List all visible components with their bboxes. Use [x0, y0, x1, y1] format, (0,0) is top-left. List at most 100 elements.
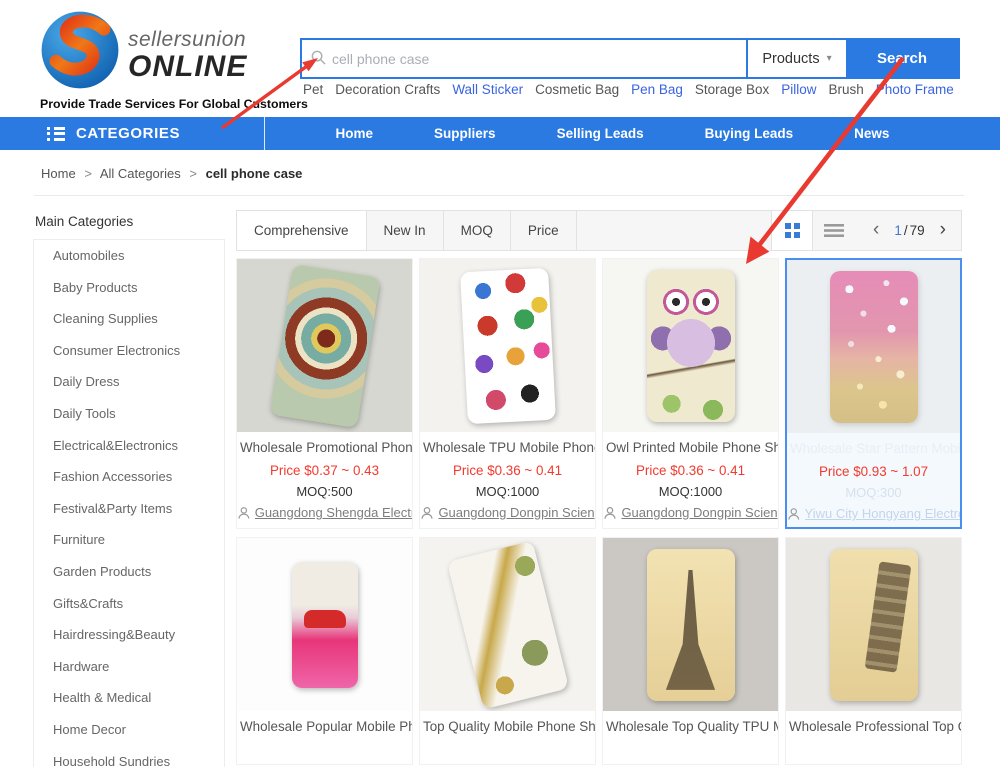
- search-button[interactable]: Search: [846, 40, 958, 77]
- product-card[interactable]: Wholesale Top Quality TPU M: [602, 537, 779, 765]
- page-separator: /: [904, 223, 908, 238]
- pagination: ‹ 1/79 ›: [855, 211, 961, 250]
- product-price: Price $0.93 ~ 1.07: [787, 464, 960, 479]
- prev-page-icon[interactable]: ‹: [873, 220, 879, 242]
- sidebar-category-item[interactable]: Hardware: [34, 651, 224, 683]
- product-title[interactable]: Wholesale TPU Mobile Phone: [420, 440, 595, 455]
- quick-link[interactable]: Decoration Crafts: [335, 82, 440, 97]
- product-image[interactable]: [786, 538, 961, 711]
- sort-tab[interactable]: MOQ: [444, 211, 511, 250]
- product-title[interactable]: Wholesale Star Pattern Mobil: [787, 441, 960, 456]
- sort-toolbar: ComprehensiveNew InMOQPrice: [236, 210, 962, 251]
- breadcrumb-all-categories[interactable]: All Categories: [100, 166, 181, 181]
- supplier-name: Yiwu City Hongyang Electro: [805, 506, 960, 521]
- product-supplier-link[interactable]: Guangdong Shengda Electr: [237, 505, 412, 520]
- search-category-dropdown[interactable]: Products ▾: [748, 40, 846, 77]
- quick-link[interactable]: Pen Bag: [631, 82, 683, 97]
- product-card[interactable]: Wholesale Promotional Phone Price $0.37 …: [236, 258, 413, 529]
- sidebar-category-item[interactable]: Daily Dress: [34, 366, 224, 398]
- toolbar-spacer: [577, 211, 771, 250]
- phone-case-graphic: [647, 270, 735, 422]
- sort-tab[interactable]: Price: [511, 211, 577, 250]
- sidebar-category-item[interactable]: Electrical&Electronics: [34, 430, 224, 462]
- product-price: Price $0.36 ~ 0.41: [420, 463, 595, 478]
- product-title[interactable]: Wholesale Professional Top Q: [786, 719, 961, 734]
- quick-link[interactable]: Pet: [303, 82, 323, 97]
- nav-item[interactable]: Home: [336, 126, 374, 141]
- product-image[interactable]: [787, 260, 960, 433]
- sidebar-category-item[interactable]: Festival&Party Items: [34, 493, 224, 525]
- product-card[interactable]: Wholesale Popular Mobile Ph: [236, 537, 413, 765]
- breadcrumb-home[interactable]: Home: [41, 166, 76, 181]
- sidebar-category-item[interactable]: Consumer Electronics: [34, 335, 224, 367]
- product-moq: MOQ:1000: [603, 484, 778, 499]
- sidebar-category-item[interactable]: Household Sundries: [34, 746, 224, 767]
- breadcrumb-wrap: Home > All Categories > cell phone case: [0, 150, 1000, 196]
- product-card[interactable]: Wholesale Professional Top Q: [785, 537, 962, 765]
- chevron-down-icon: ▾: [827, 53, 832, 64]
- product-title[interactable]: Wholesale Promotional Phone: [237, 440, 412, 455]
- product-supplier-link[interactable]: Yiwu City Hongyang Electro: [787, 506, 960, 521]
- categories-menu-button[interactable]: CATEGORIES: [0, 117, 265, 150]
- nav-item[interactable]: News: [854, 126, 889, 141]
- product-price: Price $0.37 ~ 0.43: [237, 463, 412, 478]
- list-view-button[interactable]: [813, 211, 855, 250]
- quick-link[interactable]: Wall Sticker: [452, 82, 523, 97]
- product-card[interactable]: Owl Printed Mobile Phone Sh Price $0.36 …: [602, 258, 779, 529]
- sort-tab[interactable]: Comprehensive: [237, 211, 367, 250]
- breadcrumb-separator: >: [84, 166, 92, 181]
- product-title[interactable]: Owl Printed Mobile Phone Sh: [603, 440, 778, 455]
- quick-link[interactable]: Storage Box: [695, 82, 769, 97]
- grid-view-button[interactable]: [771, 211, 813, 250]
- search-input[interactable]: [302, 40, 746, 77]
- phone-case-graphic: [269, 264, 380, 428]
- product-image[interactable]: [420, 538, 595, 711]
- product-supplier-link[interactable]: Guangdong Dongpin Scien: [603, 505, 778, 520]
- sidebar-category-item[interactable]: Hairdressing&Beauty: [34, 619, 224, 651]
- sidebar-category-item[interactable]: Fashion Accessories: [34, 461, 224, 493]
- brand-name-bold: ONLINE: [128, 51, 247, 83]
- quick-links: Pet Decoration Crafts Wall Sticker Cosmetic…: [303, 82, 954, 97]
- logo[interactable]: sellersunion ONLINE Provide Trade Servic…: [40, 10, 295, 111]
- sort-tab[interactable]: New In: [367, 211, 444, 250]
- phone-case-graphic: [292, 562, 358, 688]
- nav-item[interactable]: Buying Leads: [705, 126, 794, 141]
- product-supplier-link[interactable]: Guangdong Dongpin Scien: [420, 505, 595, 520]
- quick-link[interactable]: Brush: [828, 82, 863, 97]
- product-image[interactable]: [603, 259, 778, 432]
- product-image[interactable]: [603, 538, 778, 711]
- product-card[interactable]: Wholesale Star Pattern Mobil Price $0.93…: [785, 258, 962, 529]
- sidebar-category-item[interactable]: Daily Tools: [34, 398, 224, 430]
- product-image[interactable]: [237, 259, 412, 432]
- product-image[interactable]: [237, 538, 412, 711]
- user-icon: [603, 506, 617, 520]
- sidebar-category-item[interactable]: Health & Medical: [34, 682, 224, 714]
- product-title[interactable]: Wholesale Top Quality TPU M: [603, 719, 778, 734]
- user-icon: [237, 506, 251, 520]
- phone-case-graphic: [830, 271, 918, 423]
- nav-item[interactable]: Suppliers: [434, 126, 496, 141]
- product-moq: MOQ:1000: [420, 484, 595, 499]
- next-page-icon[interactable]: ›: [940, 220, 946, 242]
- sidebar-category-item[interactable]: Baby Products: [34, 272, 224, 304]
- sidebar-category-item[interactable]: Home Decor: [34, 714, 224, 746]
- sidebar-category-item[interactable]: Garden Products: [34, 556, 224, 588]
- sidebar-category-item[interactable]: Furniture: [34, 524, 224, 556]
- sidebar-category-item[interactable]: Gifts&Crafts: [34, 588, 224, 620]
- product-title[interactable]: Top Quality Mobile Phone Sh: [420, 719, 595, 734]
- brand-tagline: Provide Trade Services For Global Custom…: [40, 97, 295, 111]
- product-card[interactable]: Top Quality Mobile Phone Sh: [419, 537, 596, 765]
- product-card[interactable]: Wholesale TPU Mobile Phone Price $0.36 ~…: [419, 258, 596, 529]
- product-moq: MOQ:300: [787, 485, 960, 500]
- product-grid: Wholesale Promotional Phone Price $0.37 …: [236, 258, 962, 765]
- sidebar-category-item[interactable]: Cleaning Supplies: [34, 303, 224, 335]
- product-image[interactable]: [420, 259, 595, 432]
- quick-link[interactable]: Pillow: [781, 82, 816, 97]
- quick-link[interactable]: Cosmetic Bag: [535, 82, 619, 97]
- sidebar-category-item[interactable]: Automobiles: [34, 240, 224, 272]
- quick-link[interactable]: Photo Frame: [876, 82, 954, 97]
- nav-item[interactable]: Selling Leads: [557, 126, 644, 141]
- phone-case-graphic: [830, 549, 918, 701]
- main-nav: CATEGORIES Home Suppliers Selling Leads Buy…: [0, 117, 1000, 150]
- product-title[interactable]: Wholesale Popular Mobile Ph: [237, 719, 412, 734]
